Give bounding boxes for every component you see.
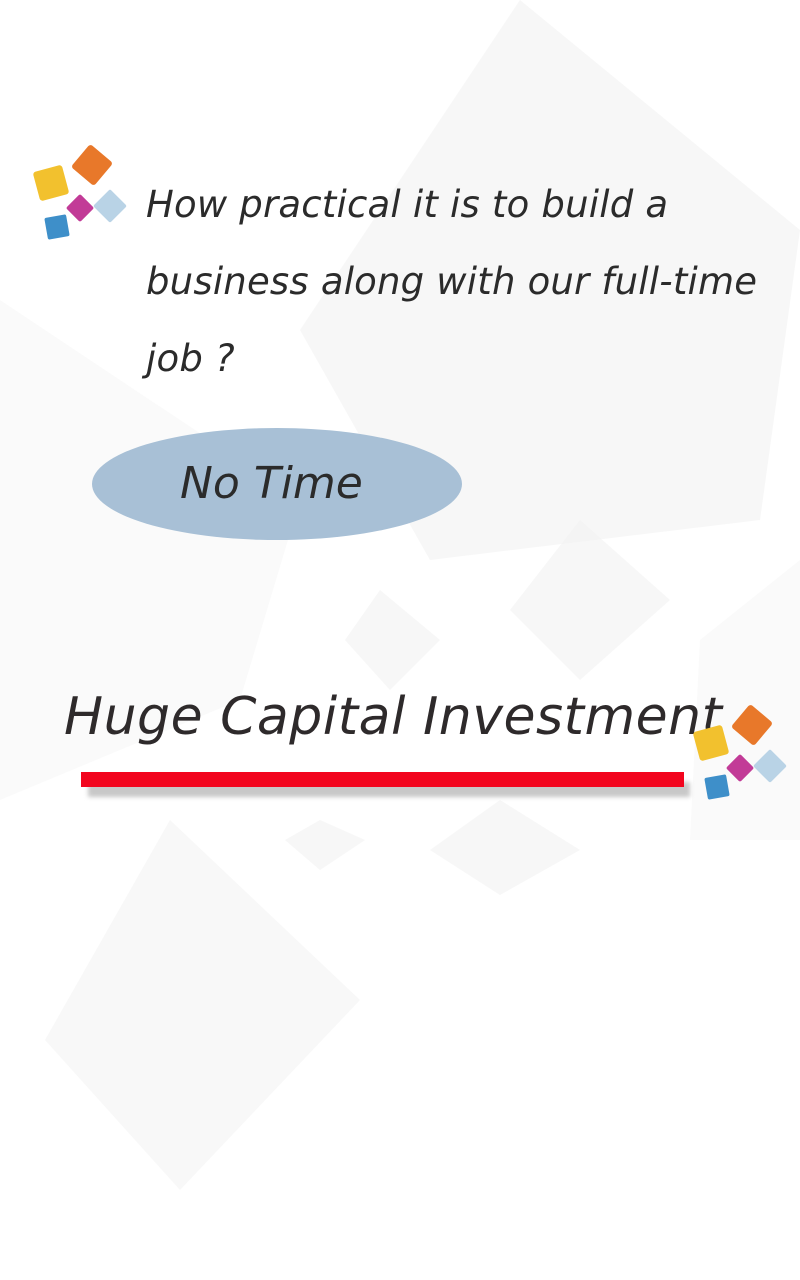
colored-cubes-icon [693, 705, 787, 800]
answer-text: No Time [180, 458, 363, 509]
question-text: How practical it is to build a business … [146, 183, 758, 380]
section-heading: Huge Capital Investment [64, 687, 723, 747]
red-underline [81, 772, 684, 787]
colored-cubes-icon [33, 145, 127, 240]
